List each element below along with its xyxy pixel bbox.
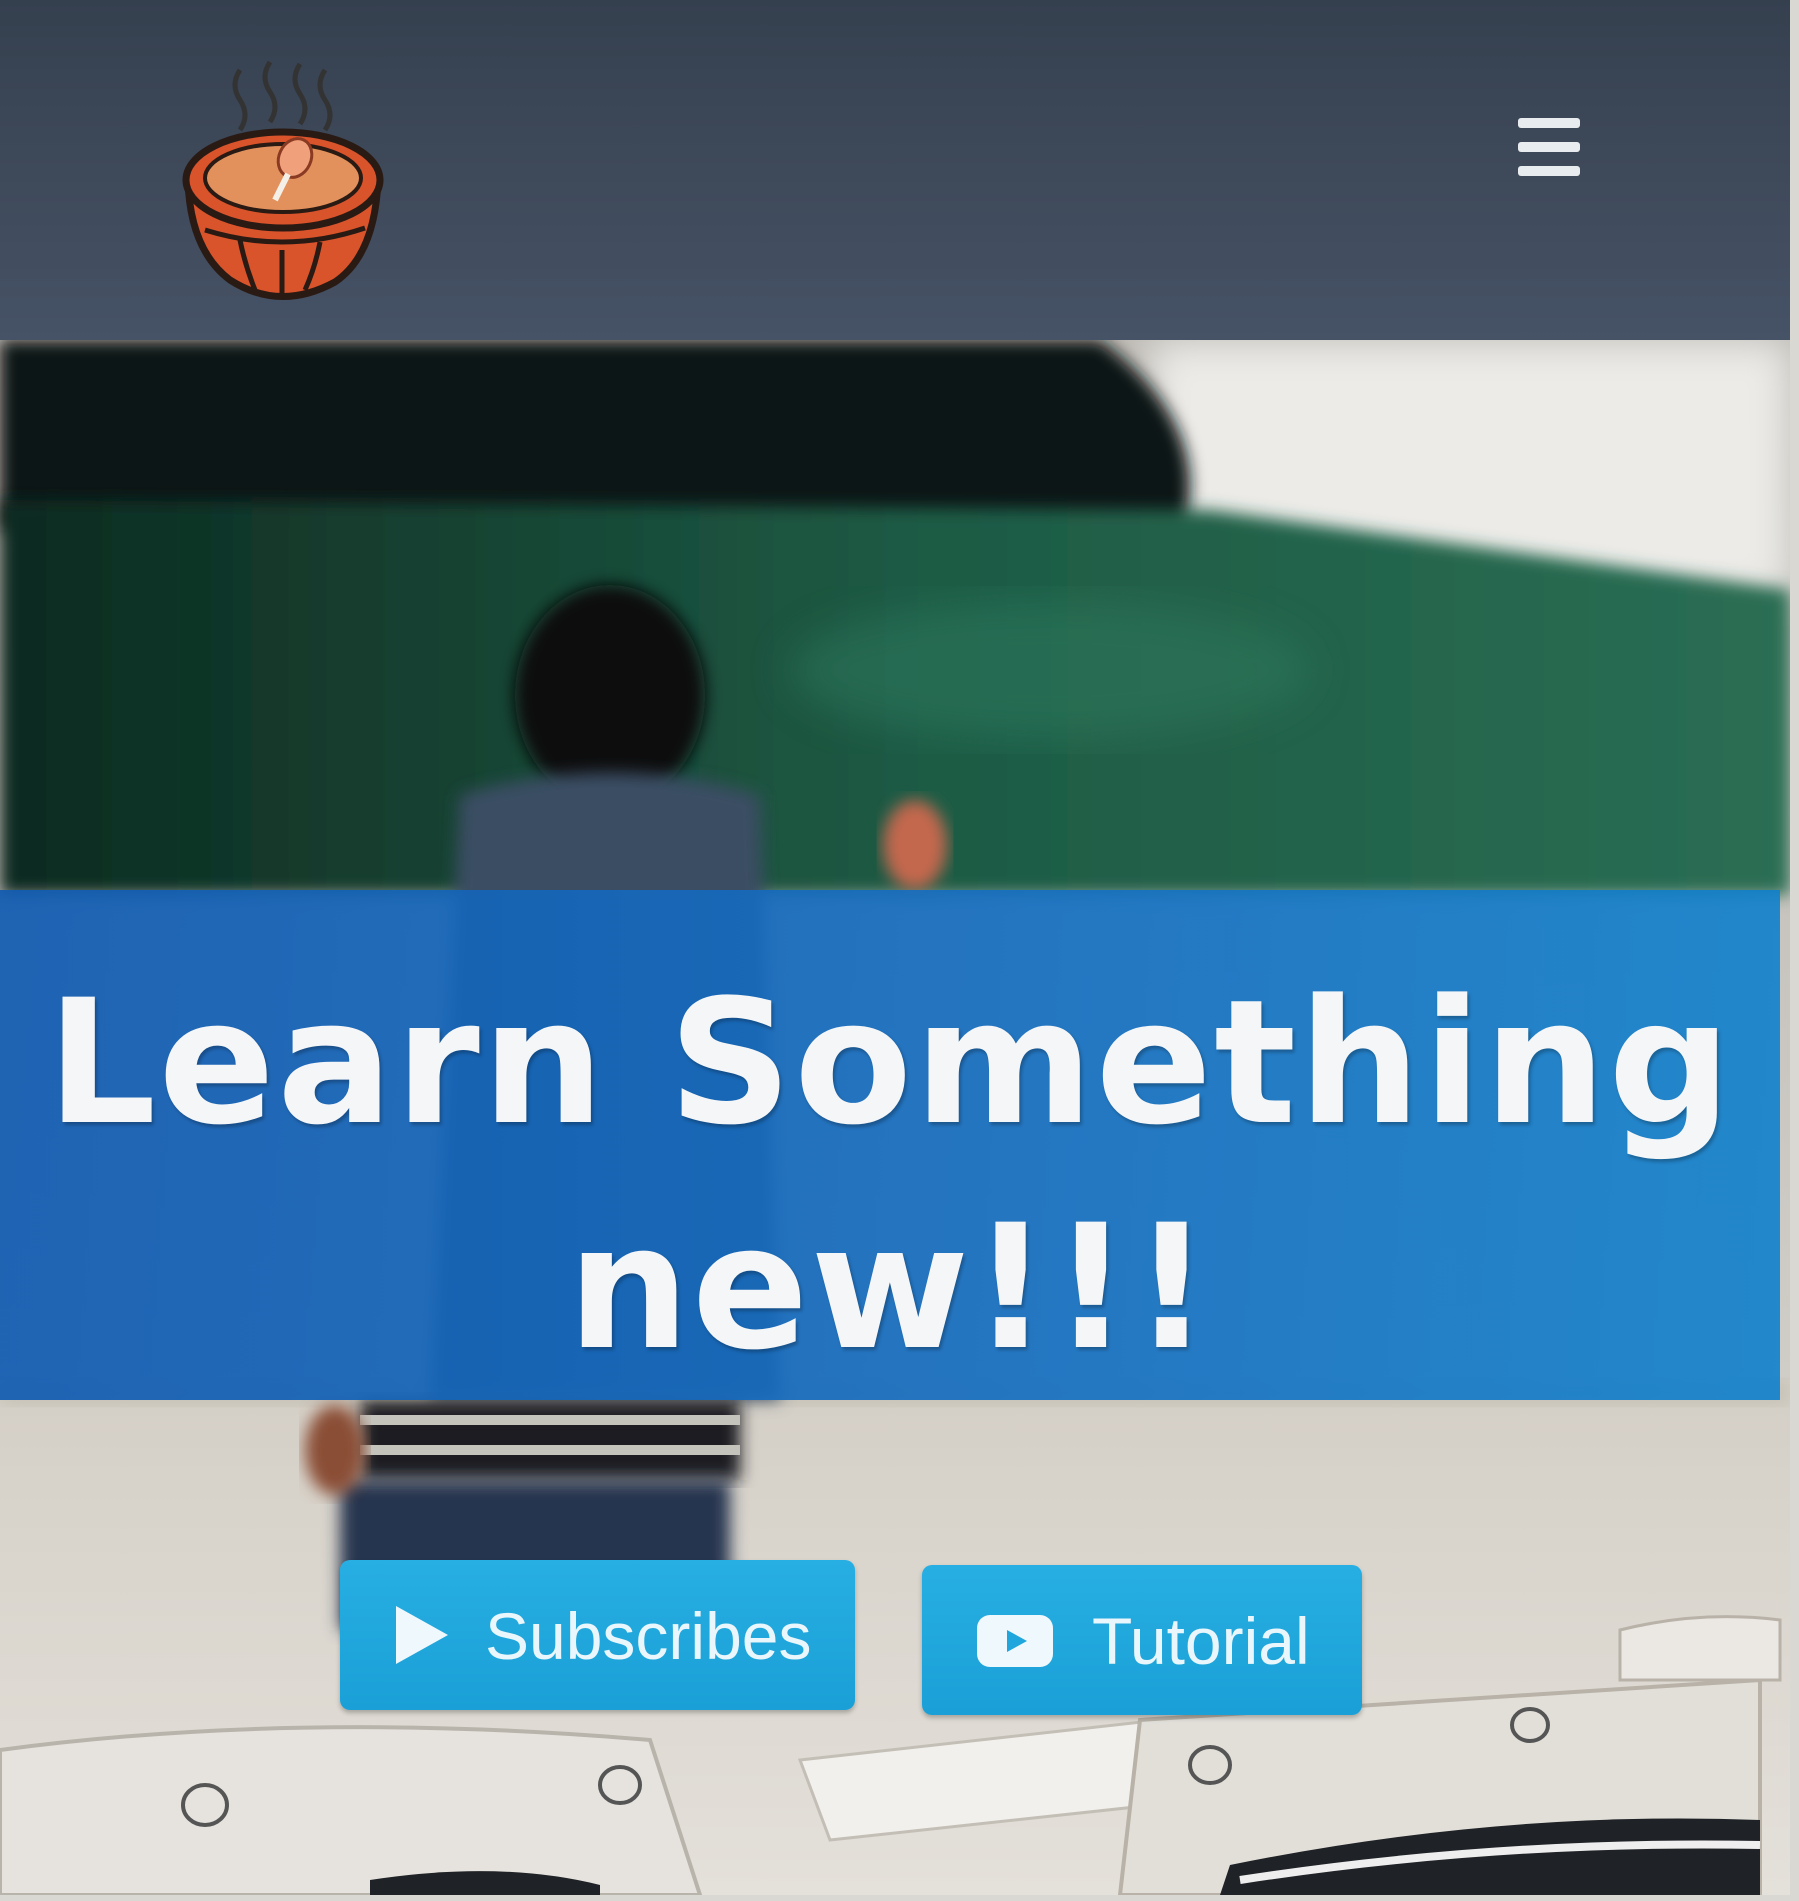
hero-headline: Learn Something new!!! (46, 962, 1734, 1388)
menu-line (1518, 118, 1580, 128)
soup-bowl-logo-icon[interactable] (170, 50, 400, 310)
navbar (0, 0, 1790, 345)
hero-section: Learn Something new!!! Subscribes Tutori… (0, 340, 1790, 1895)
youtube-icon (977, 1615, 1053, 1667)
subscribe-button[interactable]: Subscribes (340, 1560, 855, 1710)
hamburger-menu-icon[interactable] (1508, 110, 1588, 185)
menu-line (1518, 142, 1580, 152)
tutorial-button-label: Tutorial (1092, 1604, 1310, 1678)
subscribe-button-label: Subscribes (485, 1599, 812, 1673)
screen: Learn Something new!!! Subscribes Tutori… (0, 0, 1790, 1895)
tutorial-button[interactable]: Tutorial (922, 1565, 1362, 1715)
menu-line (1518, 166, 1580, 176)
play-icon (396, 1606, 448, 1664)
